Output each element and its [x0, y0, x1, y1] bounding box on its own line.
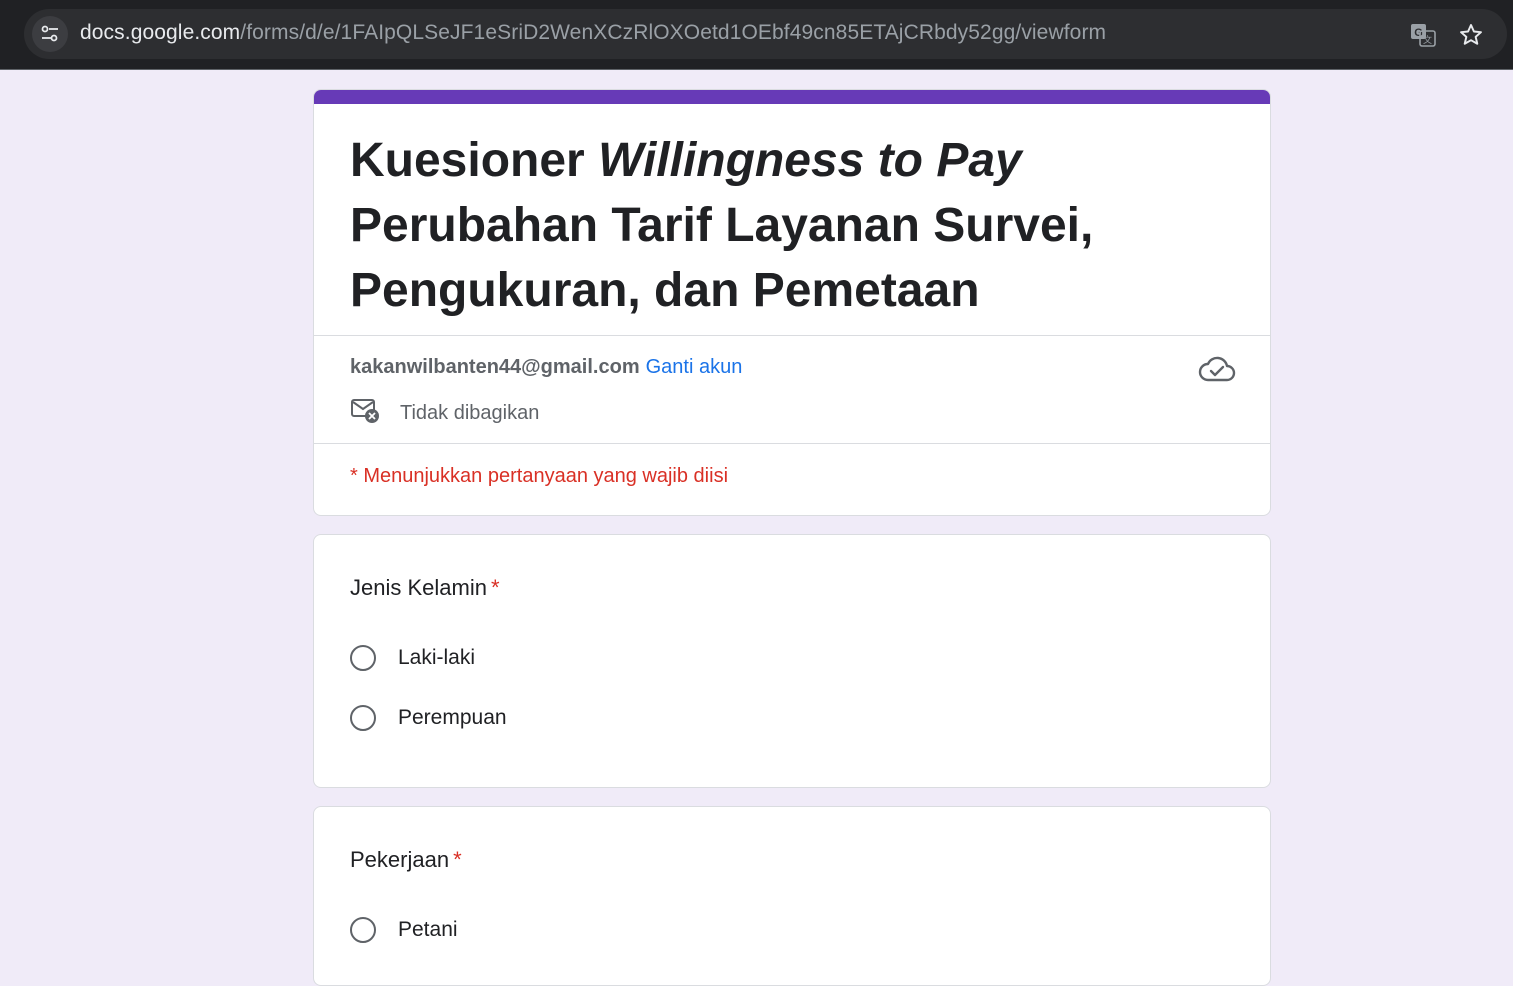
toolbar-divider	[0, 69, 1513, 70]
mail-off-icon	[350, 396, 380, 431]
theme-accent-bar	[314, 90, 1270, 104]
not-shared-label: Tidak dibagikan	[400, 402, 540, 424]
question-text: Pekerjaan	[350, 847, 450, 872]
radio-option[interactable]: Petani	[350, 917, 458, 943]
switch-account-link[interactable]: Ganti akun	[646, 356, 743, 378]
title-part-1: Kuesioner	[350, 134, 599, 187]
option-label: Laki-laki	[398, 646, 476, 669]
browser-toolbar: docs.google.com/forms/d/e/1FAIpQLSeJF1eS…	[0, 0, 1513, 70]
site-info-icon[interactable]	[32, 16, 68, 52]
title-italic-part: Willingness to Pay	[598, 134, 1022, 187]
svg-text:G: G	[1414, 27, 1423, 39]
option-label: Petani	[398, 918, 458, 941]
question-card-occupation: Pekerjaan * Petani	[313, 806, 1271, 986]
address-bar[interactable]: docs.google.com/forms/d/e/1FAIpQLSeJF1eS…	[24, 9, 1507, 59]
form-header-card: Kuesioner Willingness to Pay Perubahan T…	[313, 89, 1271, 516]
account-divider	[314, 443, 1270, 444]
question-card-gender: Jenis Kelamin * Laki-laki Perempuan	[313, 534, 1271, 788]
translate-icon[interactable]: G 文	[1409, 21, 1437, 49]
question-title: Jenis Kelamin *	[350, 575, 500, 601]
radio-option[interactable]: Perempuan	[350, 705, 507, 731]
url-host: docs.google.com	[80, 21, 241, 44]
required-asterisk: *	[490, 575, 500, 600]
url-text[interactable]: docs.google.com/forms/d/e/1FAIpQLSeJF1eS…	[80, 21, 1106, 45]
not-shared-status: Tidak dibagikan	[350, 396, 539, 431]
cloud-saved-icon	[1198, 354, 1236, 391]
option-label: Perempuan	[398, 706, 507, 729]
radio-button[interactable]	[350, 705, 376, 731]
required-asterisk: *	[453, 847, 462, 872]
account-info: kakanwilbanten44@gmail.com Ganti akun	[350, 356, 742, 379]
bookmark-star-icon[interactable]	[1457, 21, 1485, 49]
radio-button[interactable]	[350, 645, 376, 671]
radio-option[interactable]: Laki-laki	[350, 645, 475, 671]
title-part-2: Perubahan Tarif Layanan Survei, Pengukur…	[350, 199, 1094, 317]
form-title: Kuesioner Willingness to Pay Perubahan T…	[350, 128, 1230, 323]
question-text: Jenis Kelamin	[350, 575, 487, 600]
question-title: Pekerjaan *	[350, 847, 462, 873]
radio-button[interactable]	[350, 917, 376, 943]
url-path: /forms/d/e/1FAIpQLSeJF1eSriD2WenXCzRlOXO…	[240, 21, 1107, 44]
account-email: kakanwilbanten44@gmail.com	[350, 356, 640, 378]
svg-text:文: 文	[1423, 34, 1432, 46]
title-divider	[314, 335, 1270, 336]
required-note: * Menunjukkan pertanyaan yang wajib diis…	[350, 465, 729, 487]
